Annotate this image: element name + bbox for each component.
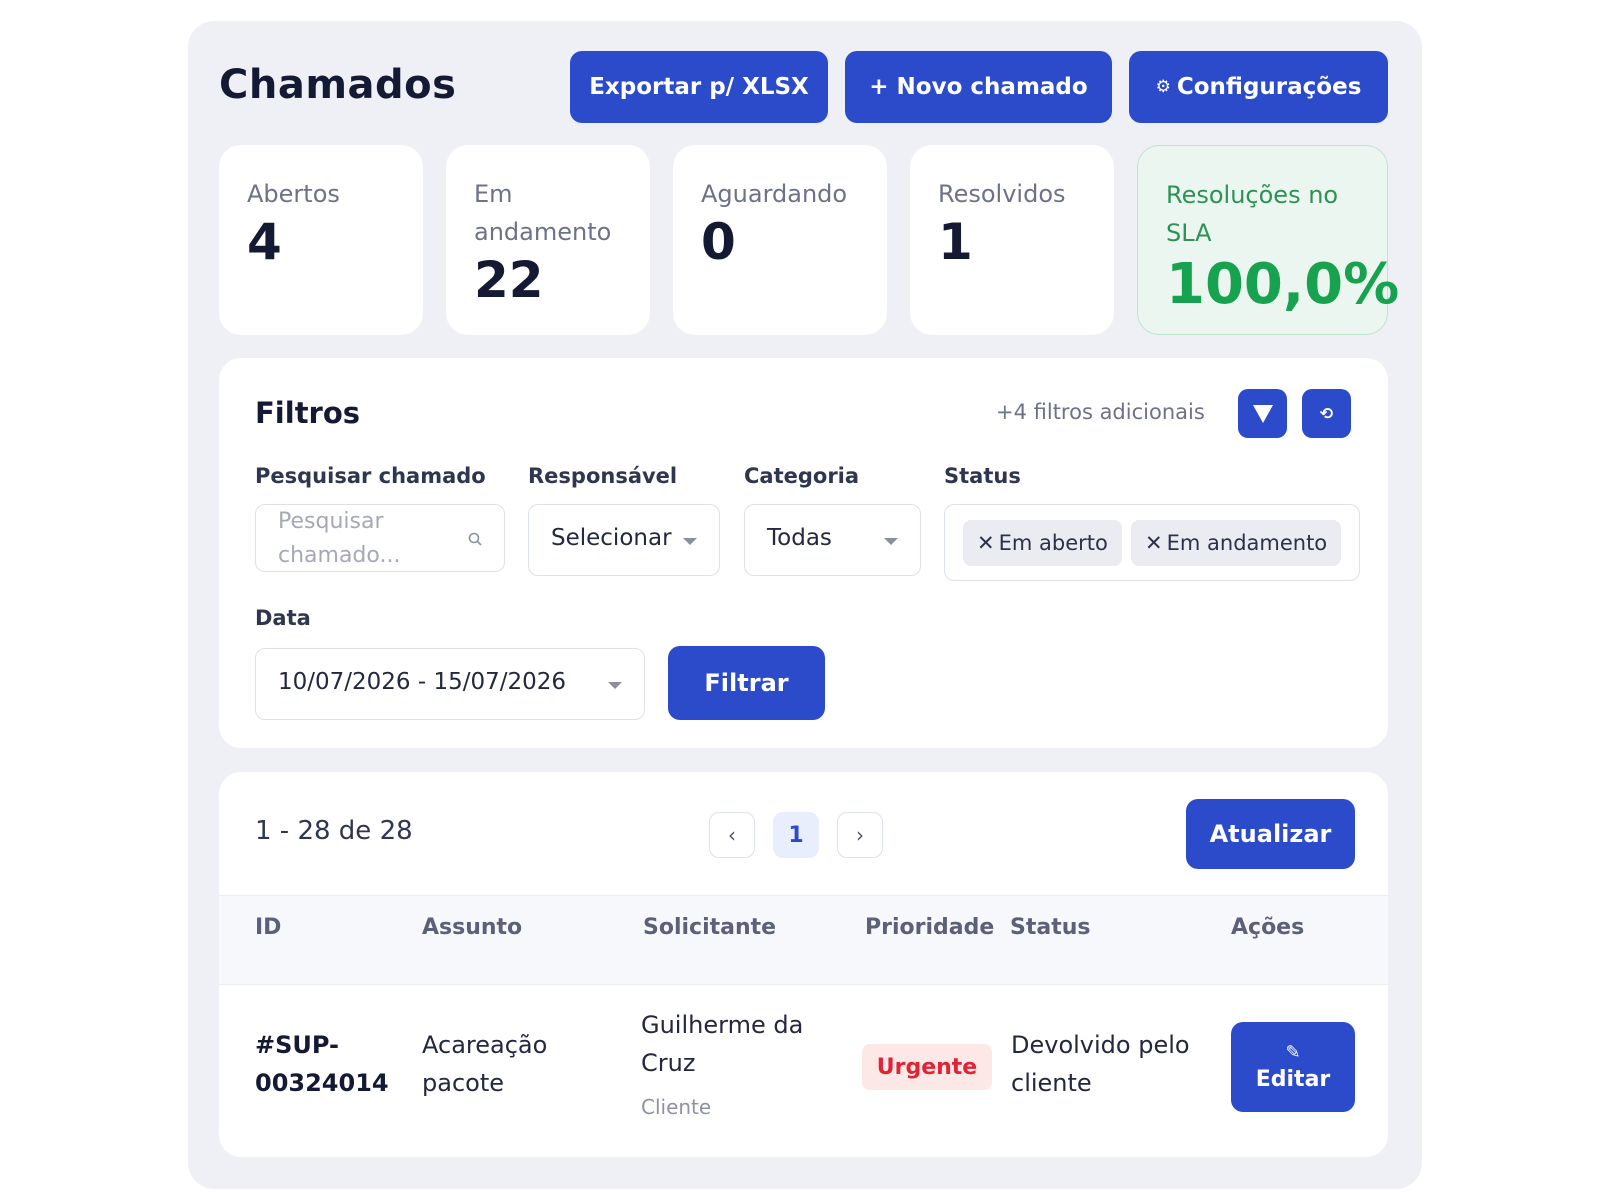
filter-toggle-button[interactable] — [1238, 389, 1287, 438]
assignee-label: Responsável — [528, 464, 678, 488]
reset-filters-button[interactable]: ⟲ — [1302, 389, 1351, 438]
stat-card-in-progress: Em andamento 22 — [446, 145, 650, 335]
filters-title: Filtros — [255, 396, 361, 430]
additional-filters-link[interactable]: +4 filtros adicionais — [996, 400, 1446, 424]
pencil-icon: ✎ — [1285, 1042, 1301, 1063]
stat-card-sla: Resoluções no SLA 100,0% — [1137, 145, 1399, 335]
page-number: 1 — [788, 822, 804, 848]
search-placeholder: Pesquisar chamado... — [278, 509, 401, 568]
edit-button-label: Editar — [1255, 1067, 1331, 1092]
page-button-current[interactable]: 1 — [773, 812, 819, 858]
new-ticket-button-label: + Novo chamado — [869, 74, 1088, 100]
status-multiselect[interactable]: ✕ Em aberto ✕ Em andamento — [944, 504, 1360, 581]
stat-value: 22 — [474, 251, 544, 309]
chevron-down-icon — [884, 538, 898, 545]
stat-label: Resolvidos — [938, 180, 1066, 208]
export-button-label: Exportar p/ XLSX — [589, 74, 809, 100]
stat-label: Abertos — [247, 180, 340, 208]
results-range: 1 - 28 de 28 — [255, 816, 413, 846]
search-icon — [468, 532, 482, 546]
filters-card: Filtros +4 filtros adicionais ⟲ Pesquisa… — [219, 358, 1388, 748]
ticket-id: #SUP-00324014 — [255, 1031, 389, 1097]
column-header-id: ID — [255, 915, 282, 940]
assignee-value: Selecionar — [551, 525, 672, 551]
chevron-down-icon — [683, 538, 697, 545]
stat-value: 4 — [247, 213, 282, 271]
page-title: Chamados — [219, 62, 457, 108]
stat-value: 0 — [701, 213, 736, 271]
close-icon[interactable]: ✕ — [1145, 531, 1163, 555]
column-header-priority: Prioridade — [865, 915, 995, 940]
filter-icon — [1252, 404, 1273, 423]
category-select[interactable]: Todas — [744, 504, 921, 576]
stat-label: Resoluções no SLA — [1166, 181, 1339, 247]
category-label: Categoria — [744, 464, 860, 488]
table-header — [219, 895, 1388, 985]
column-header-status: Status — [1010, 915, 1091, 940]
stat-card-open: Abertos 4 — [219, 145, 423, 335]
search-input[interactable]: Pesquisar chamado... — [255, 504, 505, 572]
status-chip-label: Em aberto — [998, 531, 1108, 555]
status-chip-label: Em andamento — [1166, 531, 1328, 555]
apply-filter-button[interactable]: Filtrar — [668, 646, 825, 720]
requester-role: Cliente — [641, 1095, 712, 1119]
refresh-button[interactable]: Atualizar — [1186, 799, 1355, 869]
settings-button-label: Configurações — [1176, 74, 1362, 100]
close-icon[interactable]: ✕ — [977, 531, 995, 555]
date-range-picker[interactable]: 10/07/2026 - 15/07/2026 — [255, 648, 645, 720]
date-label: Data — [255, 606, 311, 630]
results-card: 1 - 28 de 28 ‹ 1 › Atualizar ID Assunto … — [219, 772, 1388, 1157]
settings-button[interactable]: ⚙ Configurações — [1129, 51, 1388, 123]
new-ticket-button[interactable]: + Novo chamado — [845, 51, 1112, 123]
status-label: Status — [944, 464, 1021, 488]
column-header-actions: Ações — [1231, 915, 1305, 940]
column-header-subject: Assunto — [422, 915, 523, 940]
gear-icon: ⚙ — [1155, 77, 1171, 97]
chevron-left-icon: ‹ — [728, 823, 736, 847]
status-chip-open[interactable]: ✕ Em aberto — [963, 520, 1122, 566]
date-value: 10/07/2026 - 15/07/2026 — [278, 669, 567, 695]
ticket-status: Devolvido pelo cliente — [1011, 1031, 1190, 1097]
edit-ticket-button[interactable]: ✎ Editar — [1231, 1022, 1355, 1112]
priority-badge: Urgente — [862, 1044, 992, 1090]
stat-card-waiting: Aguardando 0 — [673, 145, 887, 335]
search-label: Pesquisar chamado — [255, 464, 486, 488]
next-page-button[interactable]: › — [837, 812, 883, 858]
category-value: Todas — [767, 525, 832, 551]
stat-label: Em andamento — [474, 180, 612, 246]
chevron-down-icon — [608, 682, 622, 689]
prev-page-button[interactable]: ‹ — [709, 812, 755, 858]
status-chip-in-progress[interactable]: ✕ Em andamento — [1131, 520, 1342, 566]
reset-icon: ⟲ — [1319, 404, 1334, 423]
ticket-subject: Acareação pacote — [422, 1031, 548, 1097]
chevron-right-icon: › — [856, 823, 864, 847]
export-xlsx-button[interactable]: Exportar p/ XLSX — [570, 51, 828, 123]
apply-filter-label: Filtrar — [704, 669, 789, 697]
stat-value: 1 — [938, 213, 973, 271]
stat-value: 100,0% — [1166, 252, 1400, 317]
stat-label: Aguardando — [701, 180, 848, 208]
stat-card-resolved: Resolvidos 1 — [910, 145, 1114, 335]
column-header-requester: Solicitante — [643, 915, 777, 940]
refresh-button-label: Atualizar — [1209, 820, 1332, 848]
ticket-requester: Guilherme da Cruz — [641, 1011, 804, 1077]
assignee-select[interactable]: Selecionar — [528, 504, 720, 576]
